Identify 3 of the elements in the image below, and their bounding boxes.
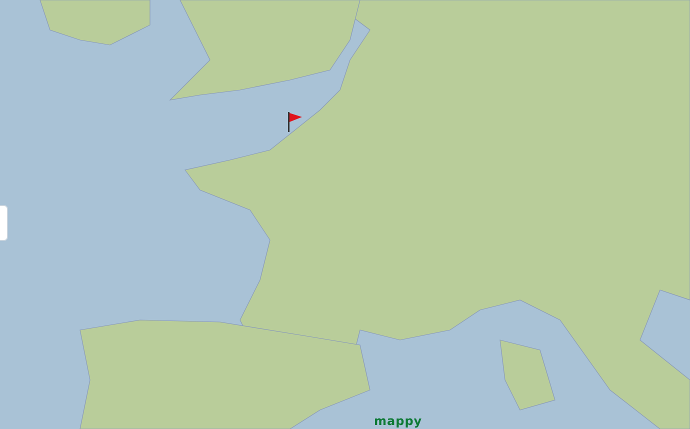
- map-background[interactable]: mappy: [0, 0, 690, 429]
- map-logo: mappy: [374, 415, 422, 428]
- flag-icon[interactable]: [287, 112, 303, 132]
